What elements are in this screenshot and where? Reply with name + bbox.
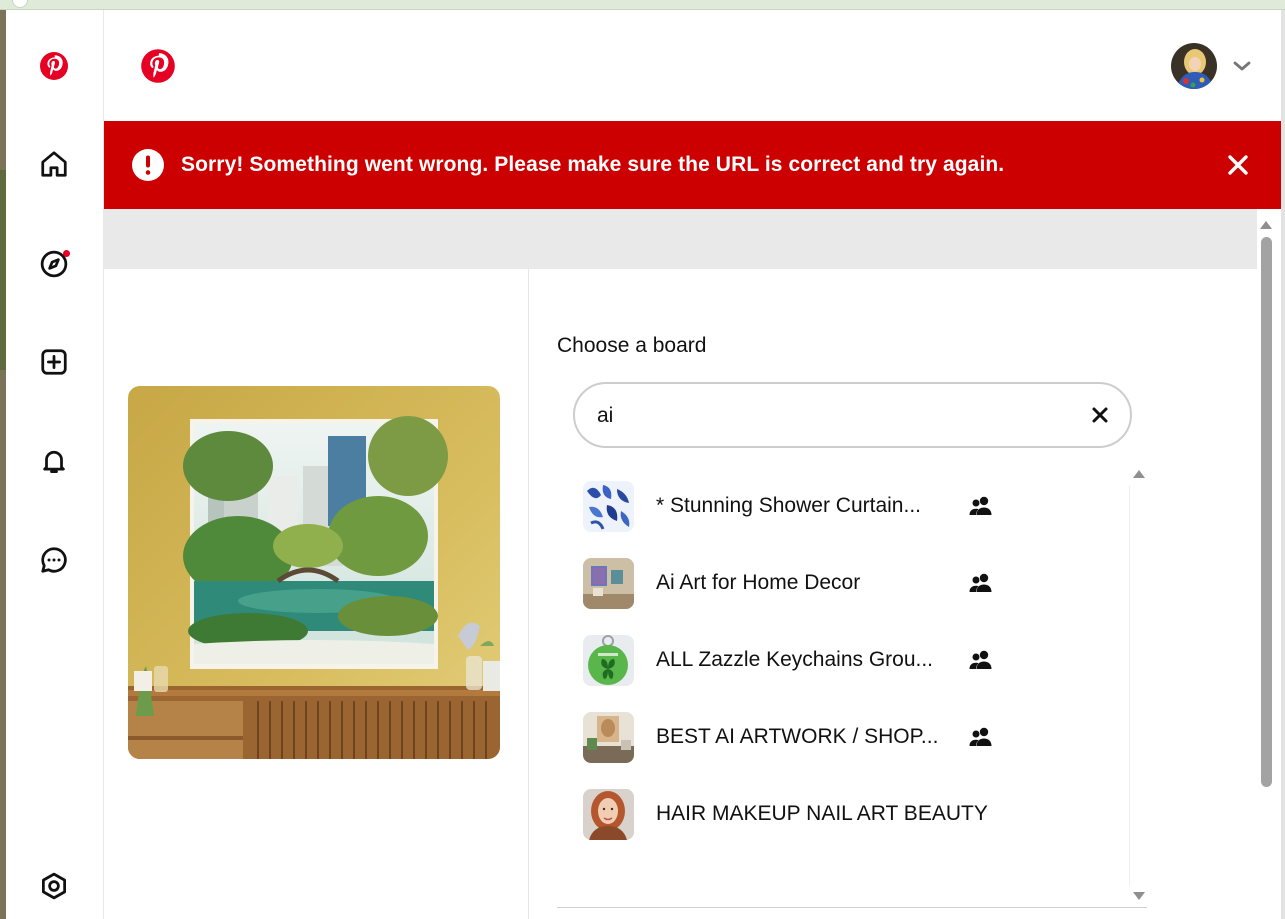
- right-edge: [1281, 10, 1285, 919]
- board-name: * Stunning Shower Curtain...: [656, 494, 921, 517]
- board-row-best-ai-artwork[interactable]: BEST AI ARTWORK / SHOP...: [557, 697, 1127, 769]
- modal-divider: [528, 269, 529, 919]
- collaborators-icon: [969, 496, 992, 515]
- notification-dot: [63, 250, 70, 257]
- settings-icon: [42, 872, 66, 900]
- portrait-thumb: [583, 789, 634, 840]
- green-keychain-thumb: [583, 635, 634, 686]
- sidebar-item-notifications[interactable]: [30, 437, 78, 485]
- top-header: [104, 10, 1285, 121]
- board-search-box: [573, 382, 1132, 448]
- sidebar-item-home[interactable]: [30, 140, 78, 188]
- browser-dot: [12, 0, 28, 8]
- sidebar-item-create[interactable]: [30, 338, 78, 386]
- page-scroll-thumb[interactable]: [1261, 237, 1272, 787]
- scroll-down-arrow-icon[interactable]: [1133, 892, 1145, 900]
- clear-icon: [1092, 407, 1108, 423]
- board-list-scrollbar[interactable]: [1129, 466, 1147, 906]
- account-menu-button[interactable]: [1230, 56, 1254, 76]
- board-search-input[interactable]: [597, 400, 1057, 432]
- error-banner: Sorry! Something went wrong. Please make…: [104, 121, 1281, 209]
- error-message: Sorry! Something went wrong. Please make…: [181, 153, 1005, 176]
- close-icon: [1228, 155, 1248, 175]
- home-icon: [41, 151, 67, 177]
- avatar-image: [1171, 43, 1217, 89]
- user-avatar[interactable]: [1171, 43, 1217, 89]
- board-name: BEST AI ARTWORK / SHOP...: [656, 725, 939, 748]
- chevron-down-icon: [1233, 61, 1251, 71]
- artwork-thumb: [583, 712, 634, 763]
- collaborators-icon: [969, 573, 992, 592]
- pinterest-logo-icon: [141, 49, 175, 83]
- board-row-ai-art-home-decor[interactable]: Ai Art for Home Decor: [557, 543, 1127, 615]
- board-name: HAIR MAKEUP NAIL ART BEAUTY: [656, 802, 988, 825]
- board-name: ALL Zazzle Keychains Grou...: [656, 648, 934, 671]
- room-decor-thumb: [583, 558, 634, 609]
- pin-preview-image: [128, 386, 500, 759]
- choose-board-title: Choose a board: [557, 334, 707, 357]
- board-name: Ai Art for Home Decor: [656, 571, 861, 594]
- collaborators-icon: [969, 650, 992, 669]
- sidebar-item-pinterest-logo[interactable]: [30, 42, 78, 90]
- browser-top-strip: [0, 0, 1285, 10]
- sidebar-item-messages[interactable]: [30, 536, 78, 584]
- sidebar-item-settings[interactable]: [30, 862, 78, 910]
- board-row-zazzle-keychains[interactable]: ALL Zazzle Keychains Grou...: [557, 620, 1127, 692]
- alert-icon: [132, 149, 164, 181]
- pinterest-logo-icon: [40, 52, 68, 80]
- modal-backdrop-band: [104, 209, 1257, 269]
- board-list: * Stunning Shower Curtain... Ai Art for …: [557, 466, 1147, 906]
- search-clear-button[interactable]: [1087, 402, 1113, 428]
- collaborators-icon: [969, 727, 992, 746]
- scroll-up-arrow-icon[interactable]: [1260, 221, 1272, 229]
- sidebar-item-explore[interactable]: [30, 240, 78, 288]
- error-close-button[interactable]: [1222, 149, 1254, 181]
- bell-icon: [43, 450, 65, 473]
- board-list-divider: [557, 907, 1147, 908]
- messages-icon: [41, 547, 67, 573]
- sidebar-nav: [6, 10, 104, 919]
- scroll-up-arrow-icon[interactable]: [1133, 470, 1145, 478]
- scrollbar-track: [1129, 486, 1130, 886]
- create-plus-icon: [41, 349, 67, 375]
- header-logo[interactable]: [140, 48, 176, 84]
- blue-floral-thumb: [583, 481, 634, 532]
- board-row-stunning-shower-curtain[interactable]: * Stunning Shower Curtain...: [557, 466, 1127, 538]
- board-row-hair-makeup-nail-art[interactable]: HAIR MAKEUP NAIL ART BEAUTY: [557, 774, 1127, 846]
